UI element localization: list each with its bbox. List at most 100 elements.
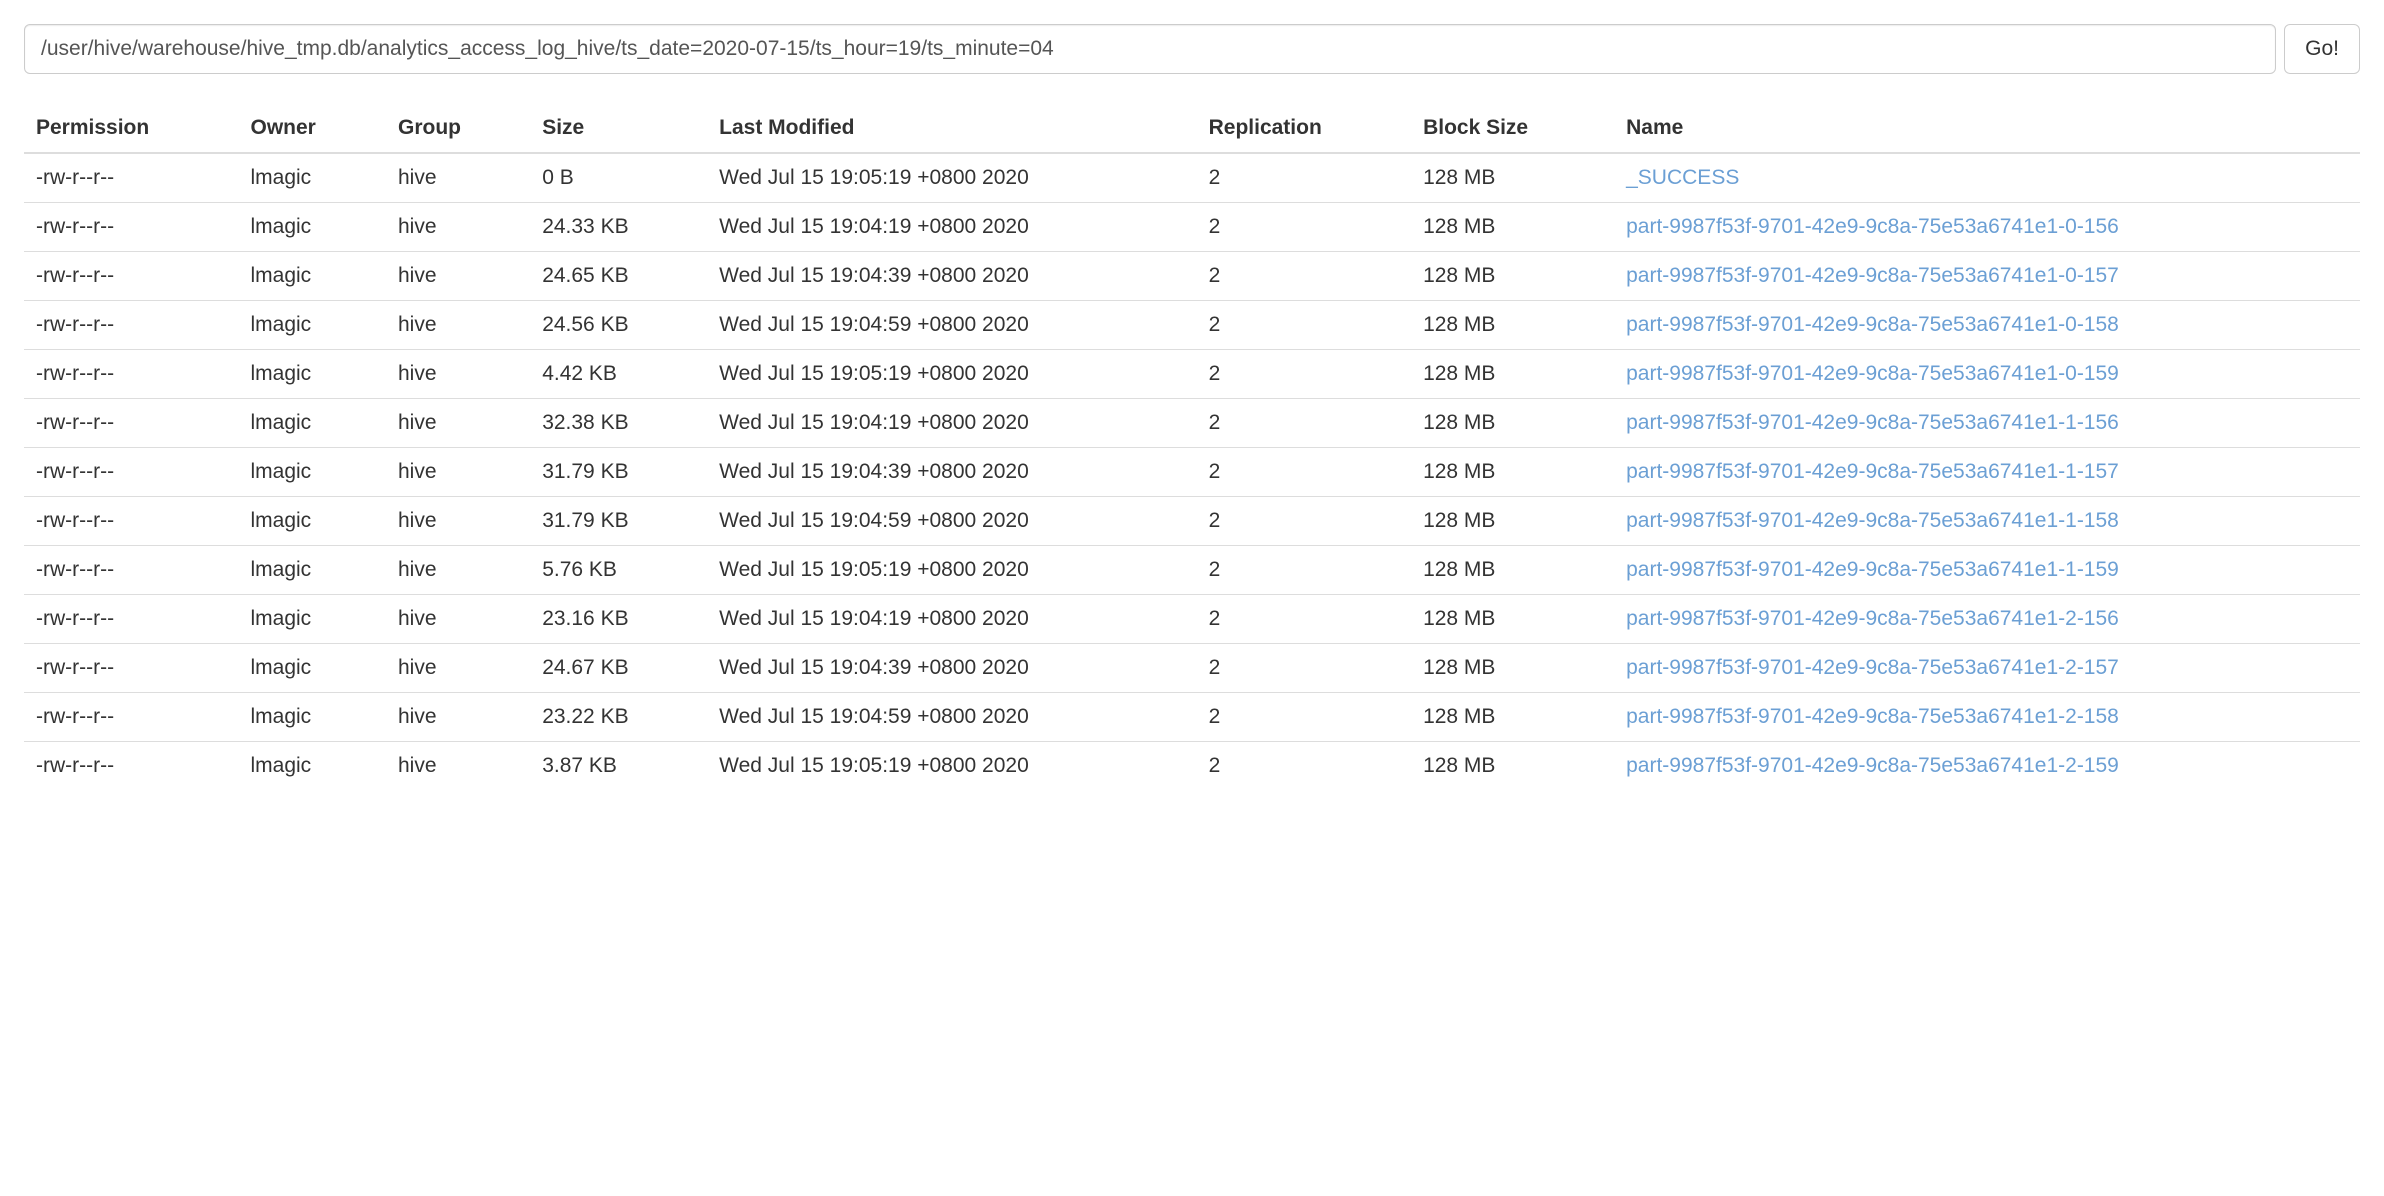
cell-size: 0 B <box>530 153 707 203</box>
cell-name: part-9987f53f-9701-42e9-9c8a-75e53a6741e… <box>1614 448 2360 497</box>
table-row: -rw-r--r--lmagichive24.56 KBWed Jul 15 1… <box>24 301 2360 350</box>
col-size[interactable]: Size <box>530 104 707 153</box>
cell-last-modified: Wed Jul 15 19:05:19 +0800 2020 <box>707 153 1196 203</box>
cell-group: hive <box>386 203 530 252</box>
file-link[interactable]: part-9987f53f-9701-42e9-9c8a-75e53a6741e… <box>1626 607 2119 630</box>
file-link[interactable]: part-9987f53f-9701-42e9-9c8a-75e53a6741e… <box>1626 656 2119 679</box>
cell-last-modified: Wed Jul 15 19:04:59 +0800 2020 <box>707 693 1196 742</box>
cell-permission: -rw-r--r-- <box>24 497 239 546</box>
cell-permission: -rw-r--r-- <box>24 350 239 399</box>
col-permission[interactable]: Permission <box>24 104 239 153</box>
cell-name: part-9987f53f-9701-42e9-9c8a-75e53a6741e… <box>1614 399 2360 448</box>
col-replication[interactable]: Replication <box>1197 104 1411 153</box>
file-link[interactable]: part-9987f53f-9701-42e9-9c8a-75e53a6741e… <box>1626 754 2119 777</box>
col-owner[interactable]: Owner <box>239 104 387 153</box>
cell-group: hive <box>386 497 530 546</box>
cell-name: part-9987f53f-9701-42e9-9c8a-75e53a6741e… <box>1614 203 2360 252</box>
cell-last-modified: Wed Jul 15 19:04:39 +0800 2020 <box>707 644 1196 693</box>
cell-group: hive <box>386 252 530 301</box>
cell-name: part-9987f53f-9701-42e9-9c8a-75e53a6741e… <box>1614 742 2360 791</box>
cell-group: hive <box>386 742 530 791</box>
cell-name: part-9987f53f-9701-42e9-9c8a-75e53a6741e… <box>1614 693 2360 742</box>
file-link[interactable]: part-9987f53f-9701-42e9-9c8a-75e53a6741e… <box>1626 313 2119 336</box>
cell-name: part-9987f53f-9701-42e9-9c8a-75e53a6741e… <box>1614 546 2360 595</box>
file-link[interactable]: part-9987f53f-9701-42e9-9c8a-75e53a6741e… <box>1626 558 2119 581</box>
table-row: -rw-r--r--lmagichive23.22 KBWed Jul 15 1… <box>24 693 2360 742</box>
cell-block-size: 128 MB <box>1411 497 1614 546</box>
cell-permission: -rw-r--r-- <box>24 399 239 448</box>
cell-permission: -rw-r--r-- <box>24 301 239 350</box>
cell-name: part-9987f53f-9701-42e9-9c8a-75e53a6741e… <box>1614 595 2360 644</box>
cell-size: 23.22 KB <box>530 693 707 742</box>
cell-last-modified: Wed Jul 15 19:04:19 +0800 2020 <box>707 203 1196 252</box>
cell-owner: lmagic <box>239 252 387 301</box>
table-row: -rw-r--r--lmagichive23.16 KBWed Jul 15 1… <box>24 595 2360 644</box>
cell-group: hive <box>386 644 530 693</box>
cell-last-modified: Wed Jul 15 19:04:59 +0800 2020 <box>707 497 1196 546</box>
table-row: -rw-r--r--lmagichive24.65 KBWed Jul 15 1… <box>24 252 2360 301</box>
cell-block-size: 128 MB <box>1411 203 1614 252</box>
path-bar: Go! <box>24 24 2360 74</box>
file-link[interactable]: part-9987f53f-9701-42e9-9c8a-75e53a6741e… <box>1626 509 2119 532</box>
cell-group: hive <box>386 350 530 399</box>
cell-block-size: 128 MB <box>1411 644 1614 693</box>
cell-block-size: 128 MB <box>1411 252 1614 301</box>
cell-replication: 2 <box>1197 350 1411 399</box>
cell-name: part-9987f53f-9701-42e9-9c8a-75e53a6741e… <box>1614 252 2360 301</box>
col-group[interactable]: Group <box>386 104 530 153</box>
file-link[interactable]: part-9987f53f-9701-42e9-9c8a-75e53a6741e… <box>1626 215 2119 238</box>
cell-block-size: 128 MB <box>1411 350 1614 399</box>
cell-last-modified: Wed Jul 15 19:04:19 +0800 2020 <box>707 595 1196 644</box>
cell-size: 3.87 KB <box>530 742 707 791</box>
cell-permission: -rw-r--r-- <box>24 546 239 595</box>
cell-block-size: 128 MB <box>1411 301 1614 350</box>
cell-owner: lmagic <box>239 153 387 203</box>
file-link[interactable]: _SUCCESS <box>1626 166 1739 189</box>
path-input[interactable] <box>24 24 2276 74</box>
col-name[interactable]: Name <box>1614 104 2360 153</box>
cell-permission: -rw-r--r-- <box>24 203 239 252</box>
col-block-size[interactable]: Block Size <box>1411 104 1614 153</box>
cell-replication: 2 <box>1197 644 1411 693</box>
cell-block-size: 128 MB <box>1411 399 1614 448</box>
cell-size: 32.38 KB <box>530 399 707 448</box>
cell-group: hive <box>386 153 530 203</box>
cell-owner: lmagic <box>239 742 387 791</box>
cell-owner: lmagic <box>239 693 387 742</box>
table-header-row: Permission Owner Group Size Last Modifie… <box>24 104 2360 153</box>
cell-group: hive <box>386 399 530 448</box>
cell-replication: 2 <box>1197 595 1411 644</box>
cell-owner: lmagic <box>239 203 387 252</box>
cell-block-size: 128 MB <box>1411 448 1614 497</box>
file-link[interactable]: part-9987f53f-9701-42e9-9c8a-75e53a6741e… <box>1626 362 2119 385</box>
cell-size: 24.65 KB <box>530 252 707 301</box>
cell-last-modified: Wed Jul 15 19:04:59 +0800 2020 <box>707 301 1196 350</box>
cell-size: 5.76 KB <box>530 546 707 595</box>
cell-block-size: 128 MB <box>1411 693 1614 742</box>
cell-permission: -rw-r--r-- <box>24 644 239 693</box>
cell-permission: -rw-r--r-- <box>24 252 239 301</box>
cell-owner: lmagic <box>239 301 387 350</box>
cell-group: hive <box>386 546 530 595</box>
file-link[interactable]: part-9987f53f-9701-42e9-9c8a-75e53a6741e… <box>1626 460 2119 483</box>
cell-owner: lmagic <box>239 546 387 595</box>
cell-replication: 2 <box>1197 448 1411 497</box>
table-row: -rw-r--r--lmagichive4.42 KBWed Jul 15 19… <box>24 350 2360 399</box>
file-link[interactable]: part-9987f53f-9701-42e9-9c8a-75e53a6741e… <box>1626 705 2119 728</box>
file-link[interactable]: part-9987f53f-9701-42e9-9c8a-75e53a6741e… <box>1626 411 2119 434</box>
cell-block-size: 128 MB <box>1411 546 1614 595</box>
col-last-modified[interactable]: Last Modified <box>707 104 1196 153</box>
cell-block-size: 128 MB <box>1411 153 1614 203</box>
cell-replication: 2 <box>1197 153 1411 203</box>
cell-size: 31.79 KB <box>530 448 707 497</box>
cell-block-size: 128 MB <box>1411 742 1614 791</box>
cell-last-modified: Wed Jul 15 19:05:19 +0800 2020 <box>707 546 1196 595</box>
cell-name: part-9987f53f-9701-42e9-9c8a-75e53a6741e… <box>1614 350 2360 399</box>
cell-size: 24.67 KB <box>530 644 707 693</box>
cell-last-modified: Wed Jul 15 19:05:19 +0800 2020 <box>707 742 1196 791</box>
file-link[interactable]: part-9987f53f-9701-42e9-9c8a-75e53a6741e… <box>1626 264 2119 287</box>
table-row: -rw-r--r--lmagichive3.87 KBWed Jul 15 19… <box>24 742 2360 791</box>
cell-last-modified: Wed Jul 15 19:05:19 +0800 2020 <box>707 350 1196 399</box>
go-button[interactable]: Go! <box>2284 24 2360 74</box>
cell-group: hive <box>386 693 530 742</box>
